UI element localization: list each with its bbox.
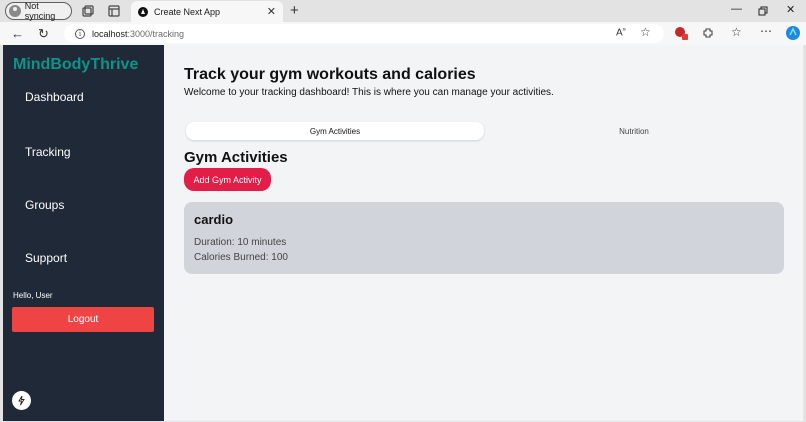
- browser-address-bar: ← ↻ i localhost:3000/tracking A» ☆ ☆ ⋯: [0, 22, 806, 45]
- extensions-icon[interactable]: [702, 27, 714, 39]
- site-info-icon[interactable]: i: [75, 28, 85, 39]
- nextjs-dev-indicator[interactable]: [12, 391, 31, 410]
- refresh-icon[interactable]: ↻: [38, 26, 49, 42]
- activity-duration: Duration: 10 minutes: [194, 237, 287, 248]
- workspaces-icon[interactable]: [81, 4, 95, 18]
- nextjs-favicon-icon: [138, 6, 148, 17]
- more-options-icon[interactable]: ⋯: [760, 24, 772, 38]
- close-window-icon[interactable]: ✕: [786, 3, 795, 16]
- app-root: MindBodyThrive Dashboard Tracking Groups…: [3, 45, 803, 421]
- url-path: :3000/tracking: [127, 28, 185, 39]
- profile-icon: [9, 5, 21, 17]
- logout-button[interactable]: Logout: [12, 307, 154, 332]
- url-field[interactable]: i localhost:3000/tracking: [64, 24, 664, 43]
- copilot-icon[interactable]: [785, 25, 801, 41]
- back-icon[interactable]: ←: [11, 26, 24, 41]
- sidebar: MindBodyThrive Dashboard Tracking Groups…: [3, 45, 164, 421]
- page-subtitle: Welcome to your tracking dashboard! This…: [184, 87, 554, 98]
- lightning-icon: [18, 395, 25, 406]
- restore-icon[interactable]: [758, 6, 768, 16]
- minimize-icon[interactable]: —: [731, 3, 742, 15]
- main-content: Track your gym workouts and calories Wel…: [164, 45, 803, 421]
- profile-sync-button[interactable]: Not syncing: [5, 1, 72, 21]
- page-title: Track your gym workouts and calories: [184, 66, 476, 83]
- sync-label: Not syncing: [24, 1, 56, 21]
- vertical-tabs-icon[interactable]: [107, 4, 121, 18]
- read-aloud-icon[interactable]: A»: [616, 27, 626, 38]
- tab-nutrition[interactable]: Nutrition: [484, 122, 784, 140]
- favorite-star-icon[interactable]: ☆: [640, 25, 651, 39]
- section-title: Gym Activities: [184, 149, 288, 166]
- brand-logo[interactable]: MindBodyThrive: [13, 56, 138, 74]
- tab-title: Create Next App: [154, 6, 221, 17]
- favorites-icon[interactable]: ☆: [731, 25, 742, 39]
- extension-badge-icon[interactable]: [674, 26, 688, 40]
- browser-tab-bar: Not syncing Create Next App ✕ + — ✕: [0, 0, 806, 22]
- activity-calories: Calories Burned: 100: [194, 252, 288, 263]
- tab-gym-activities[interactable]: Gym Activities: [186, 122, 484, 140]
- new-tab-icon[interactable]: +: [290, 2, 299, 19]
- browser-tab-active[interactable]: Create Next App ✕: [131, 1, 283, 22]
- tracking-tabs: Gym Activities Nutrition: [184, 122, 784, 142]
- sidebar-item-groups[interactable]: Groups: [25, 198, 64, 212]
- tab-close-icon[interactable]: ✕: [267, 5, 276, 18]
- sidebar-item-dashboard[interactable]: Dashboard: [25, 90, 84, 104]
- activity-card: cardio Duration: 10 minutes Calories Bur…: [184, 202, 784, 274]
- add-gym-activity-button[interactable]: Add Gym Activity: [184, 168, 271, 191]
- url-host: localhost: [92, 28, 128, 39]
- sidebar-item-tracking[interactable]: Tracking: [25, 145, 71, 159]
- user-greeting: Hello, User: [13, 291, 53, 300]
- sidebar-item-support[interactable]: Support: [25, 251, 67, 265]
- activity-name: cardio: [194, 212, 234, 227]
